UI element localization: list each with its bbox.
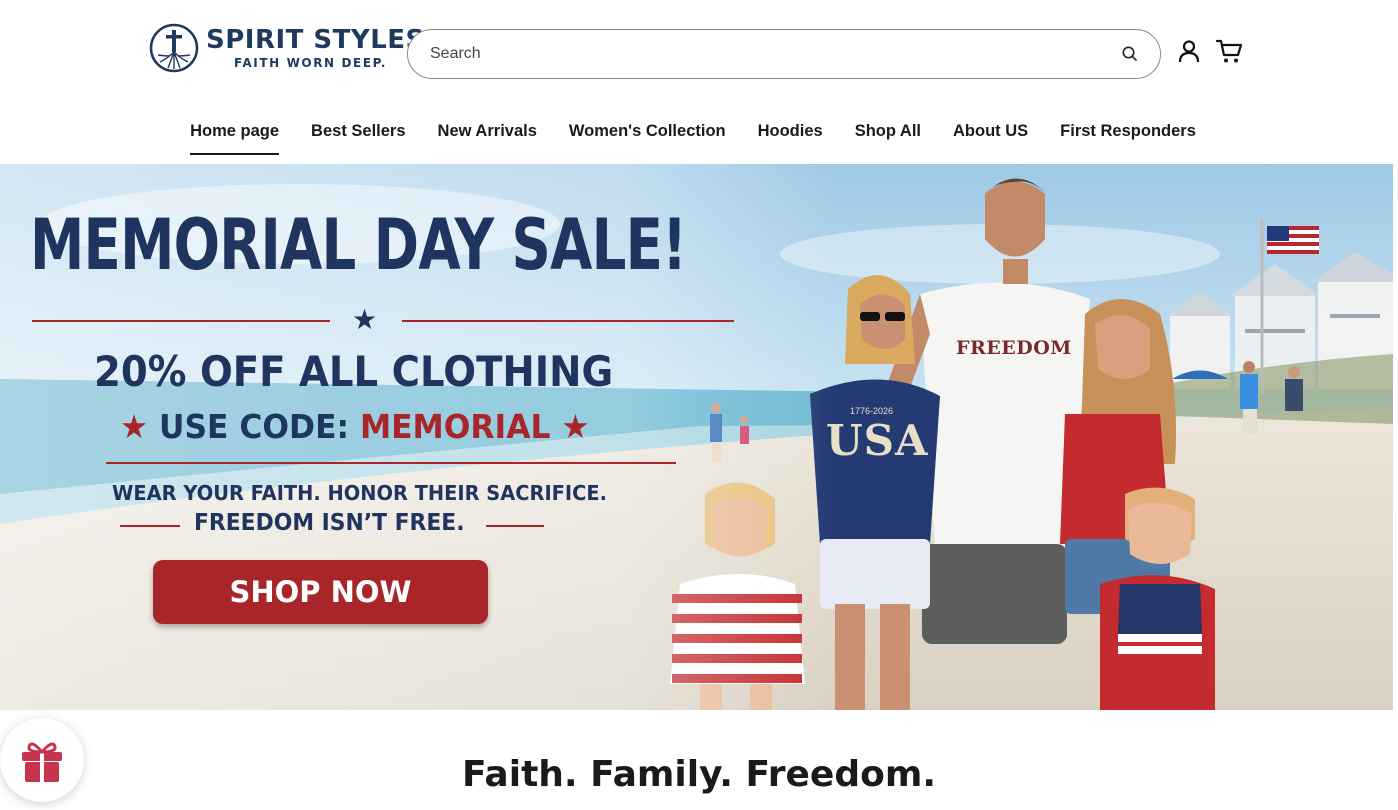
search-icon[interactable] bbox=[1120, 44, 1140, 64]
gift-icon bbox=[22, 742, 62, 782]
brand-name: SPIRIT STYLES bbox=[206, 25, 425, 55]
search-box bbox=[407, 29, 1161, 79]
code-prefix: USE CODE: bbox=[159, 407, 350, 446]
brand-logo[interactable]: SPIRIT STYLES FAITH WORN DEEP. bbox=[148, 22, 425, 74]
nav-item-about-us[interactable]: About US bbox=[953, 122, 1028, 155]
search-input[interactable] bbox=[408, 30, 1088, 78]
nav-item-new-arrivals[interactable]: New Arrivals bbox=[438, 122, 537, 155]
divider-line bbox=[32, 320, 330, 322]
divider-line bbox=[120, 525, 180, 527]
shirt-print-freedom: FREEDOM bbox=[956, 337, 1072, 359]
tagline-faith: WEAR YOUR FAITH. HONOR THEIR SACRIFICE. bbox=[112, 481, 608, 505]
divider-line bbox=[486, 525, 544, 527]
shop-now-button[interactable]: SHOP NOW bbox=[153, 560, 488, 624]
cross-tree-logo-icon bbox=[149, 23, 199, 73]
nav-item-womens-collection[interactable]: Women's Collection bbox=[569, 122, 726, 155]
site-header: SPIRIT STYLES FAITH WORN DEEP. Home page… bbox=[0, 0, 1398, 164]
brand-tagline: FAITH WORN DEEP. bbox=[234, 56, 387, 70]
nav-item-hoodies[interactable]: Hoodies bbox=[758, 122, 823, 155]
nav-item-first-responders[interactable]: First Responders bbox=[1060, 122, 1196, 155]
section-title: Faith. Family. Freedom. bbox=[461, 754, 937, 795]
shirt-print-usa: USA bbox=[826, 416, 929, 465]
promo-title: MEMORIAL DAY SALE! bbox=[30, 204, 687, 286]
promo-panel: MEMORIAL DAY SALE! ★ 20% OFF ALL CLOTHIN… bbox=[0, 164, 760, 710]
nav-item-home-page[interactable]: Home page bbox=[190, 122, 279, 155]
nav-item-best-sellers[interactable]: Best Sellers bbox=[311, 122, 405, 155]
hero-banner[interactable]: FREEDOM USA 1776-2026 MEMORIAL DAY SALE!… bbox=[0, 164, 1393, 710]
cart-icon[interactable] bbox=[1215, 37, 1243, 65]
discount-headline: 20% OFF ALL CLOTHING bbox=[94, 347, 614, 396]
shirt-print-years: 1776-2026 bbox=[850, 406, 894, 416]
divider-line bbox=[402, 320, 734, 322]
star-icon: ★ bbox=[352, 304, 378, 335]
promo-code: MEMORIAL bbox=[359, 407, 551, 446]
main-nav: Home page Best Sellers New Arrivals Wome… bbox=[0, 122, 1398, 155]
star-icon: ★ bbox=[120, 407, 160, 446]
star-icon: ★ bbox=[550, 407, 590, 446]
promo-code-line: ★ USE CODE: MEMORIAL ★ bbox=[120, 407, 589, 446]
nav-item-shop-all[interactable]: Shop All bbox=[855, 122, 921, 155]
divider-line bbox=[106, 462, 676, 464]
account-icon[interactable] bbox=[1176, 38, 1202, 64]
rewards-launcher-button[interactable] bbox=[0, 718, 84, 802]
content-section: Faith. Family. Freedom. bbox=[0, 710, 1398, 810]
tagline-freedom: FREEDOM ISN’T FREE. bbox=[194, 510, 465, 536]
